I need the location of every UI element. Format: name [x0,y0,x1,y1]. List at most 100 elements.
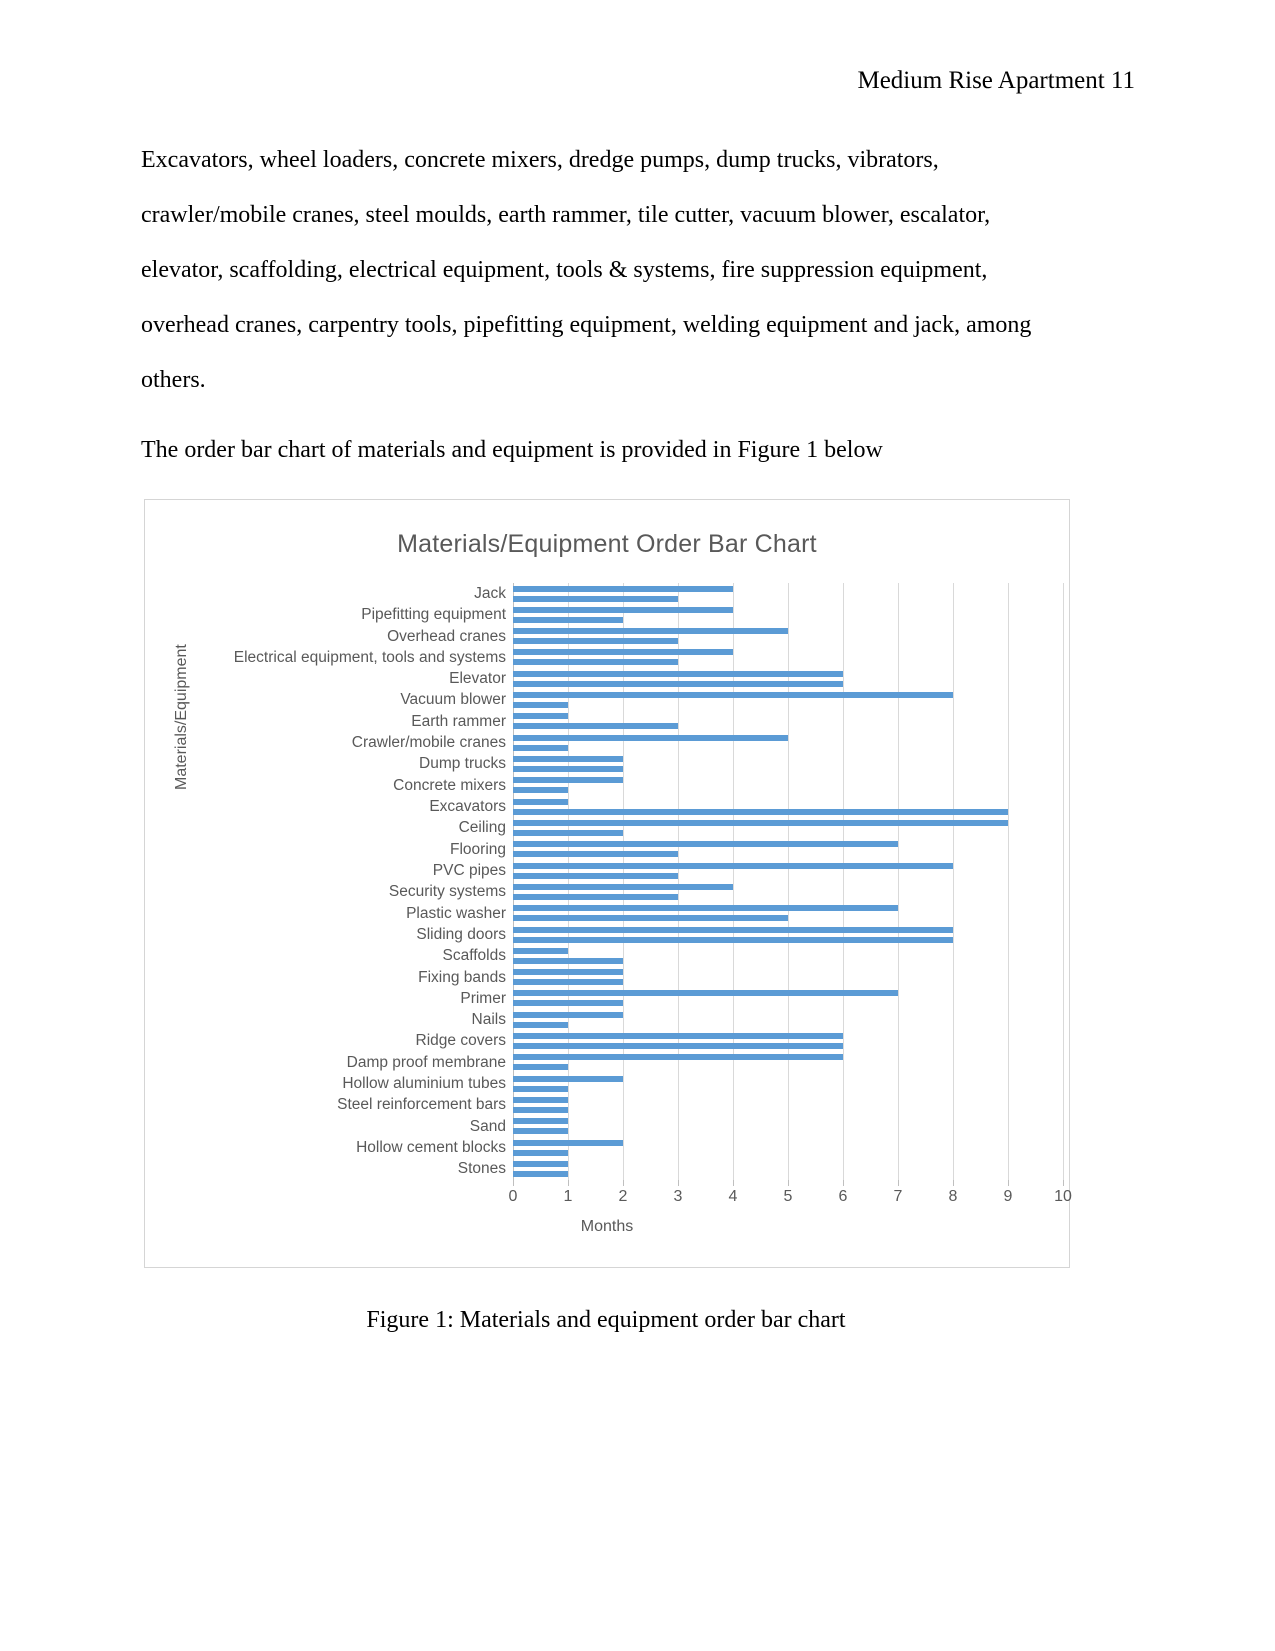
chart-bar [513,585,733,592]
chart-bar-rows: Jack Pipefitting equipment Overhead cranes… [223,583,1063,1180]
chart-bar [513,777,623,784]
chart-bar [513,1160,568,1167]
chart-row: Hollow aluminium tubes [223,1073,1063,1094]
chart-category-label: Plastic washer [406,904,506,922]
chart-tick [788,1180,789,1186]
chart-row: Hollow cement blocks [223,1137,1063,1158]
chart-bar [513,659,678,666]
chart-row: Damp proof membrane [223,1052,1063,1073]
chart-bar [513,606,733,613]
chart-bar [513,1107,568,1113]
chart-bar [513,819,1008,826]
chart-tick-label: 2 [618,1188,628,1205]
chart-row-bars [513,1116,1063,1137]
body-paragraph-2: The order bar chart of materials and equ… [141,437,883,463]
chart-row: Scaffolds [223,945,1063,966]
chart-category-label: Scaffolds [442,947,506,965]
chart-row: Nails [223,1009,1063,1030]
body-paragraph-1: Excavators, wheel loaders, concrete mixe… [141,147,1032,393]
chart-category-label: Jack [474,584,506,602]
chart-tick-label: 5 [783,1188,793,1205]
chart-row: Elevator [223,668,1063,689]
chart-figure: Materials/Equipment Order Bar Chart Mate… [144,499,1072,1268]
chart-row-bars [513,647,1063,668]
chart-bar [513,905,898,912]
chart-bar [513,1054,843,1061]
chart-x-ticks: 0 1 2 3 4 5 6 7 8 9 10 [509,1180,1072,1210]
chart-category-label: Dump trucks [419,755,506,773]
chart-row-bars [513,775,1063,796]
chart-row: Concrete mixers [223,775,1063,796]
chart-tick-label: 6 [838,1188,848,1205]
chart-category-label: Nails [471,1011,506,1029]
chart-tick-label: 1 [563,1188,573,1205]
chart-row-bars [513,924,1063,945]
chart-bar [513,787,568,794]
chart-category-label: Earth rammer [411,712,506,730]
chart-bar [513,808,1008,815]
chart-bar [513,798,568,805]
chart-bar [513,670,843,677]
chart-category-label: Sand [469,1117,506,1135]
chart-bar [513,744,568,751]
chart-x-axis-title: Months [580,1218,634,1235]
chart-bar [513,1011,623,1018]
chart-row-bars [513,626,1063,647]
chart-row: Jack [223,583,1063,604]
chart-row: Flooring [223,839,1063,860]
chart-bar [513,1043,843,1050]
chart-row-bars [513,903,1063,924]
chart-gridline [1063,583,1064,1180]
chart-category-label: Security systems [388,883,506,901]
chart-row-bars [513,1052,1063,1073]
chart-category-label: Electrical equipment, tools and systems [233,648,506,666]
chart-row-bars [513,1031,1063,1052]
chart-row-bars [513,690,1063,711]
chart-row-bars [513,711,1063,732]
chart-category-label: Vacuum blower [400,691,506,709]
chart-bar [513,734,788,741]
chart-bar [513,957,623,964]
chart-bar [513,926,953,933]
chart-row: Dump trucks [223,754,1063,775]
chart-category-label: Overhead cranes [387,627,506,645]
chart-row-bars [513,860,1063,881]
chart-row: Fixing bands [223,967,1063,988]
chart-bar [513,702,568,709]
chart-bar [513,766,623,772]
chart-category-label: Stones [457,1160,506,1178]
chart-bar [513,1000,623,1007]
chart-bar [513,1021,568,1028]
chart-tick [733,1180,734,1186]
chart-category-label: Excavators [429,798,506,816]
chart-tick-label: 10 [1054,1188,1072,1205]
chart-bar [513,1149,568,1156]
chart-tick-label: 0 [508,1188,518,1205]
chart-category-label: PVC pipes [432,861,506,879]
chart-row-bars [513,1073,1063,1094]
chart-bar [513,1097,568,1103]
chart-tick [953,1180,954,1186]
chart-row: Overhead cranes [223,626,1063,647]
chart-bar [513,723,678,730]
chart-row-bars [513,796,1063,817]
chart-row-bars [513,1137,1063,1158]
chart-bar [513,851,678,858]
figure-caption: Figure 1: Materials and equipment order … [366,1307,846,1333]
chart-bar [513,616,623,623]
chart-bar [513,680,843,687]
chart-tick [1008,1180,1009,1186]
chart-row-bars [513,583,1063,604]
chart-tick [898,1180,899,1186]
chart-row: Plastic washer [223,903,1063,924]
chart-category-label: Crawler/mobile cranes [351,734,506,752]
chart-category-label: Damp proof membrane [346,1053,506,1071]
chart-tick [843,1180,844,1186]
chart-row: Pipefitting equipment [223,604,1063,625]
chart-bar [513,936,953,943]
chart-row-bars [513,967,1063,988]
chart-category-label: Sliding doors [416,925,506,943]
chart-row: Electrical equipment, tools and systems [223,647,1063,668]
chart-row: Sand [223,1116,1063,1137]
chart-bar [513,1075,623,1082]
